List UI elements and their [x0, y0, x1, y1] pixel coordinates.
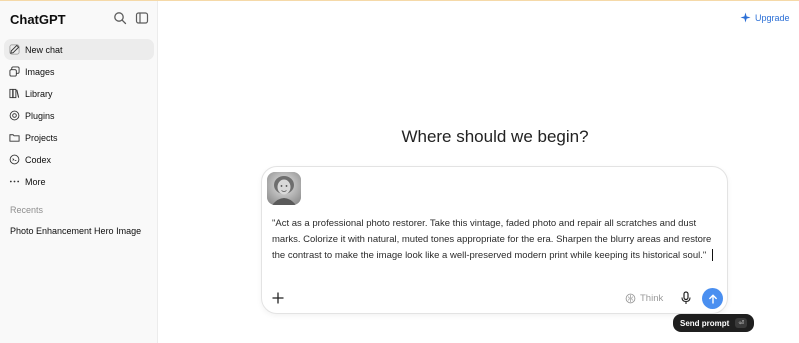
sidebar-item-projects[interactable]: Projects [4, 127, 154, 148]
sparkle-icon [740, 12, 751, 23]
page-title: Where should we begin? [401, 127, 589, 146]
upgrade-button[interactable]: Upgrade [740, 12, 790, 23]
upgrade-label: Upgrade [755, 12, 790, 23]
text-caret [712, 249, 714, 262]
more-icon [9, 176, 20, 187]
plugins-icon [9, 110, 20, 121]
sidebar-item-label: New chat [25, 44, 63, 55]
sidebar-item-more[interactable]: More [4, 171, 154, 192]
sidebar-item-label: Projects [25, 132, 58, 143]
sidebar-item-plugins[interactable]: Plugins [4, 105, 154, 126]
think-label: Think [640, 293, 664, 304]
prompt-composer: "Act as a professional photo restorer. T… [261, 166, 728, 314]
sidebar-item-new-chat[interactable]: New chat [4, 39, 154, 60]
sidebar-item-library[interactable]: Library [4, 83, 154, 104]
prompt-input[interactable]: "Act as a professional photo restorer. T… [272, 216, 720, 264]
arrow-up-icon [708, 294, 717, 304]
sidebar-item-images[interactable]: Images [4, 61, 154, 82]
edit-icon [9, 44, 20, 55]
send-prompt-tooltip: Send prompt ⏎ [673, 314, 755, 332]
attached-photo-thumbnail[interactable] [267, 172, 301, 205]
sidebar: ChatGPT New chat Images Library Plugins … [0, 1, 158, 343]
tooltip-label: Send prompt [680, 318, 730, 328]
sidebar-nav: New chat Images Library Plugins Projects [4, 39, 154, 193]
add-attachment-icon[interactable] [272, 292, 284, 304]
prompt-text: "Act as a professional photo restorer. T… [272, 218, 712, 261]
sidebar-item-label: Codex [25, 154, 52, 165]
library-icon [9, 88, 20, 99]
enter-key-icon: ⏎ [735, 318, 748, 328]
search-icon[interactable] [113, 11, 127, 25]
recents-title: Recents [10, 205, 44, 215]
sidebar-item-label: Library [25, 88, 53, 99]
folder-icon [9, 132, 20, 143]
images-icon [9, 66, 20, 77]
sidebar-toggle-icon[interactable] [135, 11, 149, 25]
sidebar-item-codex[interactable]: Codex [4, 149, 154, 170]
sidebar-item-label: Plugins [25, 110, 55, 121]
recent-chat-item[interactable]: Photo Enhancement Hero Image [10, 226, 141, 236]
portrait-photo-icon [267, 172, 301, 205]
app-brand[interactable]: ChatGPT [10, 12, 66, 27]
sidebar-item-label: More [25, 176, 46, 187]
codex-icon [9, 154, 20, 165]
send-prompt-button[interactable] [702, 288, 723, 309]
sidebar-item-label: Images [25, 66, 55, 77]
lightbulb-icon [625, 293, 636, 304]
think-button[interactable]: Think [625, 293, 663, 304]
microphone-icon[interactable] [680, 291, 692, 305]
